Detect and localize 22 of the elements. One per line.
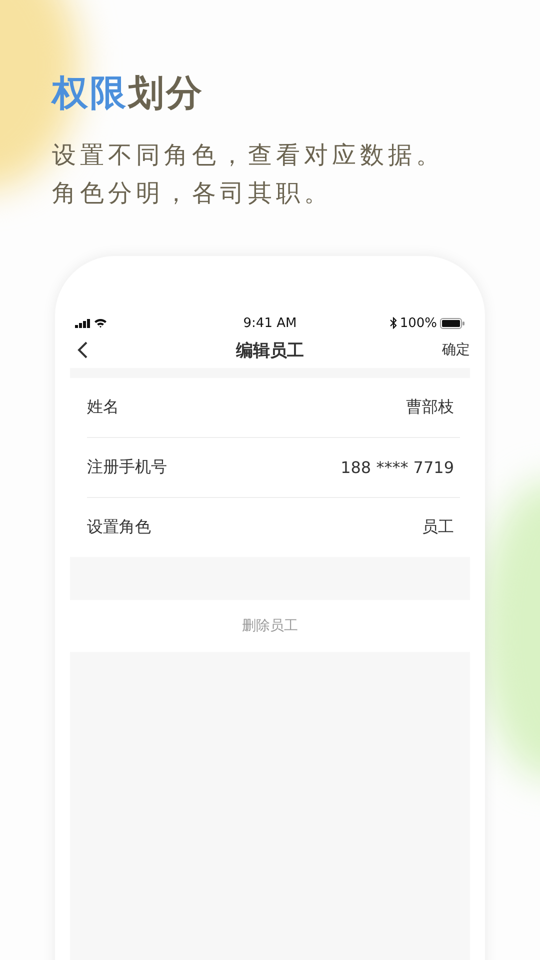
field-label: 设置角色 (87, 517, 151, 538)
subtitle-line: 角色分明，各司其职。 (52, 178, 332, 208)
wifi-icon (94, 318, 107, 328)
field-label: 注册手机号 (87, 457, 167, 478)
bluetooth-icon (390, 317, 397, 329)
status-time: 9:41 AM (243, 316, 297, 330)
field-value: 曹部枝 (406, 397, 454, 418)
signal-icon (75, 318, 91, 328)
subtitle-line: 设置不同角色，查看对应数据。 (52, 140, 444, 170)
form-row[interactable]: 注册手机号 188 **** 7719 (87, 438, 460, 498)
field-value: 188 **** 7719 (340, 458, 454, 477)
page-title: 编辑员工 (236, 340, 304, 362)
field-value: 员工 (422, 517, 454, 538)
back-icon (77, 341, 88, 359)
confirm-button[interactable]: 确定 (442, 341, 470, 359)
battery-icon (440, 318, 465, 328)
form-row[interactable]: 设置角色 员工 (87, 498, 460, 557)
form-row[interactable]: 姓名 曹部枝 (87, 378, 460, 438)
battery-percent: 100% (400, 316, 437, 330)
back-button[interactable] (75, 339, 90, 361)
headline: 权限划分 (52, 72, 204, 116)
field-label: 姓名 (87, 397, 119, 418)
